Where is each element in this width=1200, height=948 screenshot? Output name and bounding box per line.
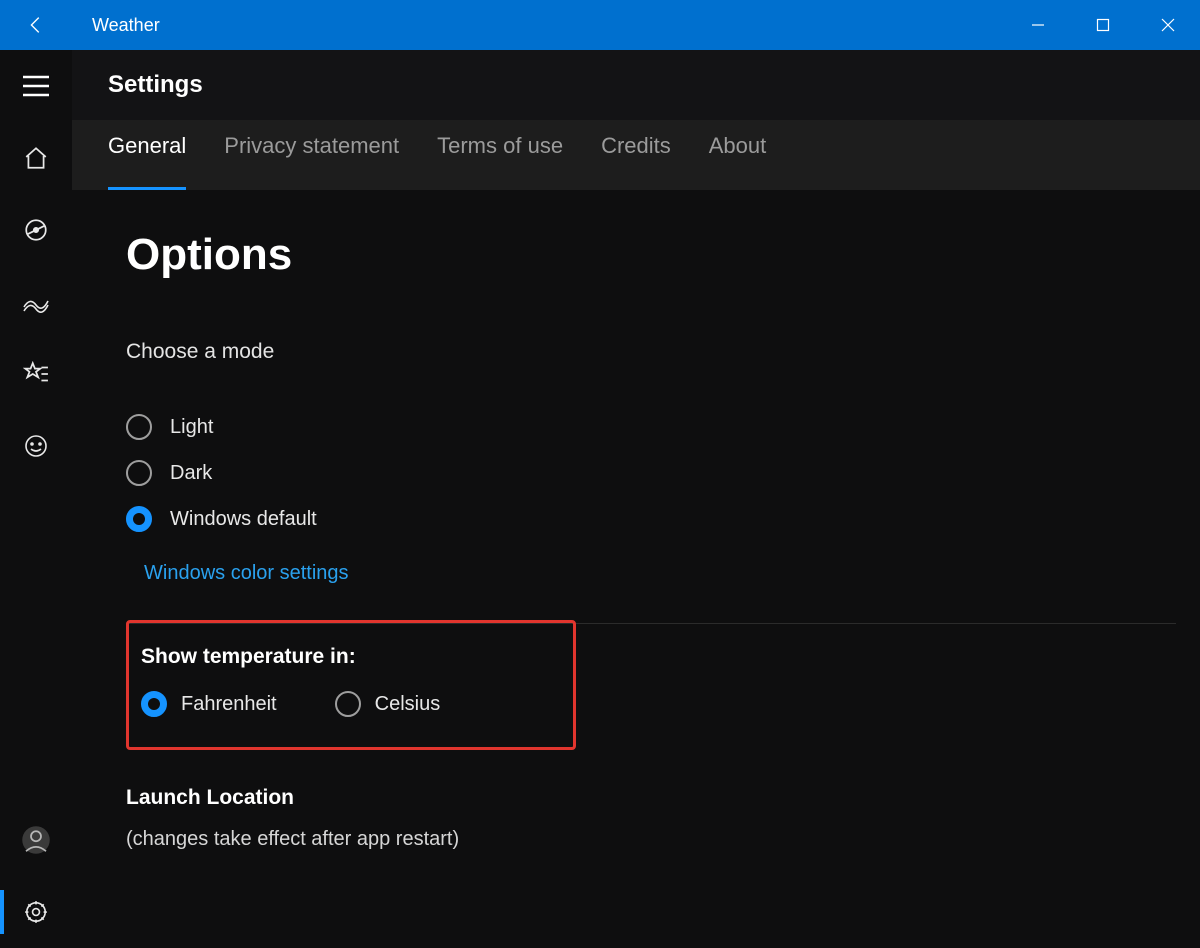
hamburger-menu-button[interactable] (0, 50, 72, 122)
sidebar (0, 50, 72, 948)
sidebar-item-maps[interactable] (0, 194, 72, 266)
temperature-heading: Show temperature in: (141, 645, 545, 669)
radio-icon (126, 414, 152, 440)
page-header: Settings (72, 50, 1200, 120)
launch-location-heading: Launch Location (126, 786, 1190, 810)
close-button[interactable] (1135, 0, 1200, 50)
tab-general[interactable]: General (108, 120, 186, 190)
radio-label: Fahrenheit (181, 693, 277, 716)
page-title: Settings (108, 71, 203, 99)
sidebar-item-forecast[interactable] (0, 122, 72, 194)
radio-label: Celsius (375, 693, 441, 716)
tab-privacy[interactable]: Privacy statement (224, 120, 399, 190)
temperature-section-highlight: Show temperature in: Fahrenheit Celsius (126, 620, 576, 750)
settings-content[interactable]: Options Choose a mode Light Dark Windows… (90, 200, 1190, 948)
main-area: Settings General Privacy statement Terms… (72, 50, 1200, 948)
back-button[interactable] (0, 0, 72, 50)
radio-icon (126, 460, 152, 486)
sidebar-item-historical[interactable] (0, 266, 72, 338)
sidebar-item-feedback[interactable] (0, 410, 72, 482)
sidebar-item-account[interactable] (0, 804, 72, 876)
tab-terms[interactable]: Terms of use (437, 120, 563, 190)
title-bar: Weather (0, 0, 1200, 50)
maximize-button[interactable] (1070, 0, 1135, 50)
radio-icon (141, 691, 167, 717)
radio-icon (126, 506, 152, 532)
radio-label: Dark (170, 462, 212, 485)
temperature-unit-group: Fahrenheit Celsius (141, 691, 545, 717)
radio-celsius[interactable]: Celsius (335, 691, 441, 717)
choose-mode-label: Choose a mode (126, 340, 1190, 364)
settings-tabs: General Privacy statement Terms of use C… (72, 120, 1200, 190)
options-heading: Options (126, 230, 1190, 280)
windows-color-settings-link[interactable]: Windows color settings (144, 562, 349, 585)
tab-credits[interactable]: Credits (601, 120, 671, 190)
tab-about[interactable]: About (709, 120, 767, 190)
sidebar-item-favorites[interactable] (0, 338, 72, 410)
launch-location-note: (changes take effect after app restart) (126, 828, 1190, 851)
radio-light[interactable]: Light (126, 414, 1190, 440)
theme-mode-group: Light Dark Windows default (126, 414, 1190, 532)
radio-fahrenheit[interactable]: Fahrenheit (141, 691, 277, 717)
sidebar-item-settings[interactable] (0, 876, 72, 948)
radio-dark[interactable]: Dark (126, 460, 1190, 486)
radio-label: Light (170, 416, 213, 439)
radio-label: Windows default (170, 508, 317, 531)
app-title: Weather (72, 15, 160, 36)
radio-icon (335, 691, 361, 717)
window-controls (1005, 0, 1200, 50)
minimize-button[interactable] (1005, 0, 1070, 50)
radio-windows-default[interactable]: Windows default (126, 506, 1190, 532)
